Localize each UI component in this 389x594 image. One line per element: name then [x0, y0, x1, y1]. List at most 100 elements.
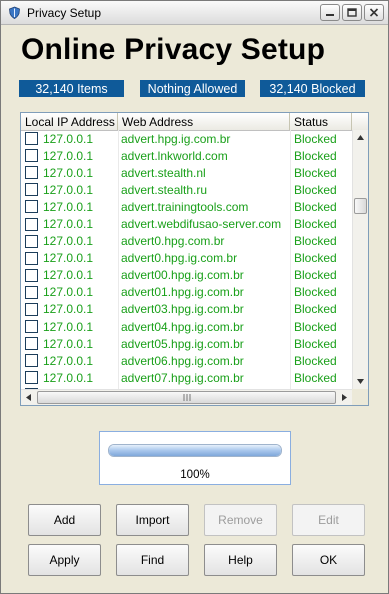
ip-cell: 127.0.0.1: [21, 251, 118, 265]
ip-text: 127.0.0.1: [43, 302, 94, 317]
row-checkbox[interactable]: [25, 183, 38, 197]
table-row[interactable]: 127.0.0.1 advert0.hpg.ig.com.br Blocked: [21, 250, 352, 267]
ip-cell: 127.0.0.1: [21, 149, 118, 163]
page-heading: Online Privacy Setup: [21, 33, 326, 66]
column-header-ip[interactable]: Local IP Address: [21, 113, 118, 130]
add-button[interactable]: Add: [28, 504, 101, 536]
row-checkbox[interactable]: [25, 251, 38, 265]
horizontal-scroll-thumb[interactable]: [37, 391, 336, 404]
scrollbar-corner: [352, 389, 368, 405]
web-address-cell: advert.stealth.ru: [121, 182, 208, 197]
web-address-cell: advert.trainingtools.com: [121, 199, 249, 214]
table-row[interactable]: 127.0.0.1 advert05.hpg.ig.com.br Blocked: [21, 335, 352, 352]
table-row[interactable]: 127.0.0.1 advert.trainingtools.com Blocked: [21, 198, 352, 215]
row-checkbox[interactable]: [25, 234, 38, 248]
web-address-cell: advert01.hpg.ig.com.br: [121, 285, 244, 300]
status-cell: Blocked: [294, 199, 337, 214]
title-bar[interactable]: Privacy Setup: [1, 1, 388, 25]
row-checkbox[interactable]: [25, 268, 38, 282]
maximize-button[interactable]: [342, 4, 362, 21]
ip-cell: 127.0.0.1: [21, 183, 118, 197]
table-row[interactable]: 127.0.0.1 advert07.hpg.ig.com.br Blocked: [21, 369, 352, 386]
ip-text: 127.0.0.1: [43, 182, 94, 197]
status-cell: Blocked: [294, 131, 337, 146]
ip-text: 127.0.0.1: [43, 370, 94, 385]
table-row[interactable]: 127.0.0.1 advert01.hpg.ig.com.br Blocked: [21, 284, 352, 301]
status-cell: Blocked: [294, 302, 337, 317]
table-row[interactable]: 127.0.0.1 advert0.hpg.com.br Blocked: [21, 233, 352, 250]
table-row[interactable]: 127.0.0.1 advert.hpg.ig.com.br Blocked: [21, 130, 352, 147]
privacy-setup-window: Privacy Setup Online Privacy Setup 32,14…: [0, 0, 389, 594]
minimize-button[interactable]: [320, 4, 340, 21]
web-address-cell: advert04.hpg.ig.com.br: [121, 319, 244, 334]
ip-text: 127.0.0.1: [43, 165, 94, 180]
column-header-web-address[interactable]: Web Address: [118, 113, 290, 130]
row-checkbox[interactable]: [25, 285, 38, 299]
ip-cell: 127.0.0.1: [21, 285, 118, 299]
arrow-right-icon: [342, 394, 347, 401]
ip-text: 127.0.0.1: [43, 217, 94, 232]
ip-text: 127.0.0.1: [43, 131, 94, 146]
row-checkbox[interactable]: [25, 149, 38, 163]
row-checkbox[interactable]: [25, 200, 38, 214]
column-header-status[interactable]: Status: [290, 113, 352, 130]
table-row[interactable]: 127.0.0.1 advert.lnkworld.com Blocked: [21, 147, 352, 164]
row-checkbox[interactable]: [25, 354, 38, 368]
edit-button[interactable]: Edit: [292, 504, 365, 536]
scroll-up-button[interactable]: [353, 130, 368, 145]
status-cell: Blocked: [294, 319, 337, 334]
maximize-icon: [347, 8, 357, 17]
hosts-list-view[interactable]: Local IP Address Web Address Status 127.…: [20, 112, 369, 406]
web-address-cell: advert0.hpg.com.br: [121, 234, 225, 249]
table-row[interactable]: 127.0.0.1 advert.stealth.ru Blocked: [21, 181, 352, 198]
web-address-cell: advert03.hpg.ig.com.br: [121, 302, 244, 317]
status-cell: Blocked: [294, 370, 337, 385]
status-cell: Blocked: [294, 217, 337, 232]
ip-text: 127.0.0.1: [43, 268, 94, 283]
status-cell: Blocked: [294, 285, 337, 300]
scroll-left-button[interactable]: [21, 390, 36, 405]
ip-cell: 127.0.0.1: [21, 217, 118, 231]
ok-button[interactable]: OK: [292, 544, 365, 576]
remove-button[interactable]: Remove: [204, 504, 277, 536]
status-cell: Blocked: [294, 268, 337, 283]
import-button[interactable]: Import: [116, 504, 189, 536]
row-checkbox[interactable]: [25, 132, 38, 146]
status-cell: Blocked: [294, 182, 337, 197]
web-address-cell: advert06.hpg.ig.com.br: [121, 353, 244, 368]
status-cell: Blocked: [294, 336, 337, 351]
ip-text: 127.0.0.1: [43, 234, 94, 249]
ip-text: 127.0.0.1: [43, 199, 94, 214]
row-checkbox[interactable]: [25, 371, 38, 385]
apply-button[interactable]: Apply: [28, 544, 101, 576]
row-checkbox[interactable]: [25, 302, 38, 316]
vertical-scroll-thumb[interactable]: [354, 198, 367, 214]
ip-text: 127.0.0.1: [43, 336, 94, 351]
scroll-right-button[interactable]: [337, 390, 352, 405]
ip-cell: 127.0.0.1: [21, 337, 118, 351]
close-button[interactable]: [364, 4, 384, 21]
table-row[interactable]: 127.0.0.1 advert00.hpg.ig.com.br Blocked: [21, 267, 352, 284]
scroll-down-button[interactable]: [353, 374, 368, 389]
web-address-cell: advert00.hpg.ig.com.br: [121, 268, 244, 283]
minimize-icon: [326, 13, 334, 16]
table-row[interactable]: 127.0.0.1 advert03.hpg.ig.com.br Blocked: [21, 301, 352, 318]
web-address-cell: advert05.hpg.ig.com.br: [121, 336, 244, 351]
web-address-cell: advert.lnkworld.com: [121, 148, 228, 163]
table-row[interactable]: 127.0.0.1 advert06.hpg.ig.com.br Blocked: [21, 352, 352, 369]
table-row[interactable]: 127.0.0.1 advert.webdifusao-server.com Blo…: [21, 215, 352, 232]
find-button[interactable]: Find: [116, 544, 189, 576]
help-button[interactable]: Help: [204, 544, 277, 576]
row-checkbox[interactable]: [25, 320, 38, 334]
row-checkbox[interactable]: [25, 337, 38, 351]
vertical-scrollbar[interactable]: [352, 130, 368, 389]
table-row[interactable]: 127.0.0.1 advert.stealth.nl Blocked: [21, 164, 352, 181]
web-address-cell: advert0.hpg.ig.com.br: [121, 251, 238, 266]
progress-bar: [108, 444, 282, 457]
row-checkbox[interactable]: [25, 166, 38, 180]
ip-cell: 127.0.0.1: [21, 234, 118, 248]
items-count-badge: 32,140 Items: [19, 80, 124, 97]
row-checkbox[interactable]: [25, 217, 38, 231]
table-row[interactable]: 127.0.0.1 advert04.hpg.ig.com.br Blocked: [21, 318, 352, 335]
horizontal-scrollbar[interactable]: [21, 389, 352, 405]
